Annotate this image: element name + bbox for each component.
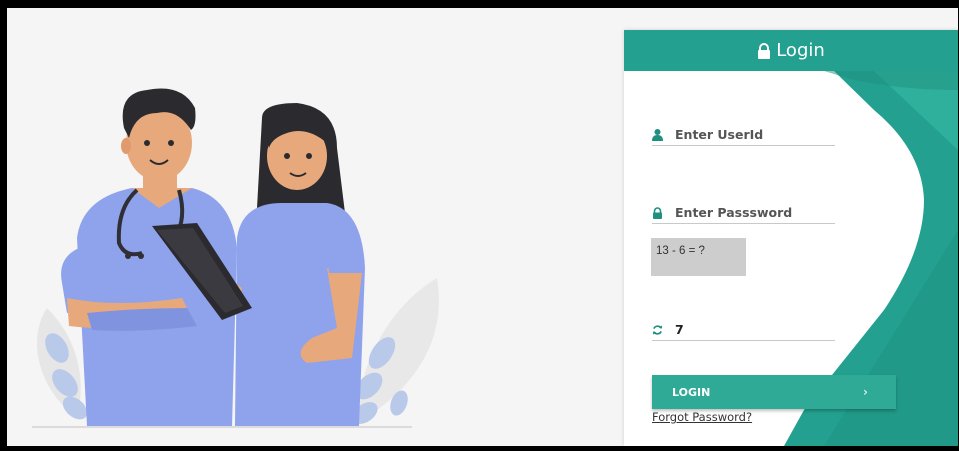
chevron-right-icon: › bbox=[863, 385, 868, 399]
captcha-question: 13 - 6 = ? bbox=[651, 238, 746, 276]
captcha-answer-field bbox=[652, 319, 835, 341]
refresh-icon[interactable] bbox=[652, 324, 663, 336]
lock-icon bbox=[653, 206, 662, 219]
lock-icon bbox=[758, 42, 771, 59]
userid-input[interactable] bbox=[675, 127, 830, 142]
login-header: Login bbox=[624, 30, 958, 71]
login-card: Login 13 - 6 = ? bbox=[624, 30, 958, 446]
login-title: Login bbox=[776, 40, 825, 61]
doctors-illustration bbox=[32, 88, 439, 428]
userid-field bbox=[652, 124, 835, 146]
login-button-label: LOGIN bbox=[672, 385, 711, 399]
ground-line bbox=[32, 426, 412, 428]
user-icon bbox=[652, 128, 663, 141]
page-frame: Login 13 - 6 = ? bbox=[7, 8, 958, 446]
forgot-password-link[interactable]: Forgot Password? bbox=[652, 410, 752, 424]
login-button[interactable]: LOGIN › bbox=[652, 375, 896, 409]
captcha-answer-input[interactable] bbox=[675, 322, 830, 337]
password-field bbox=[652, 202, 835, 224]
password-input[interactable] bbox=[675, 205, 830, 220]
